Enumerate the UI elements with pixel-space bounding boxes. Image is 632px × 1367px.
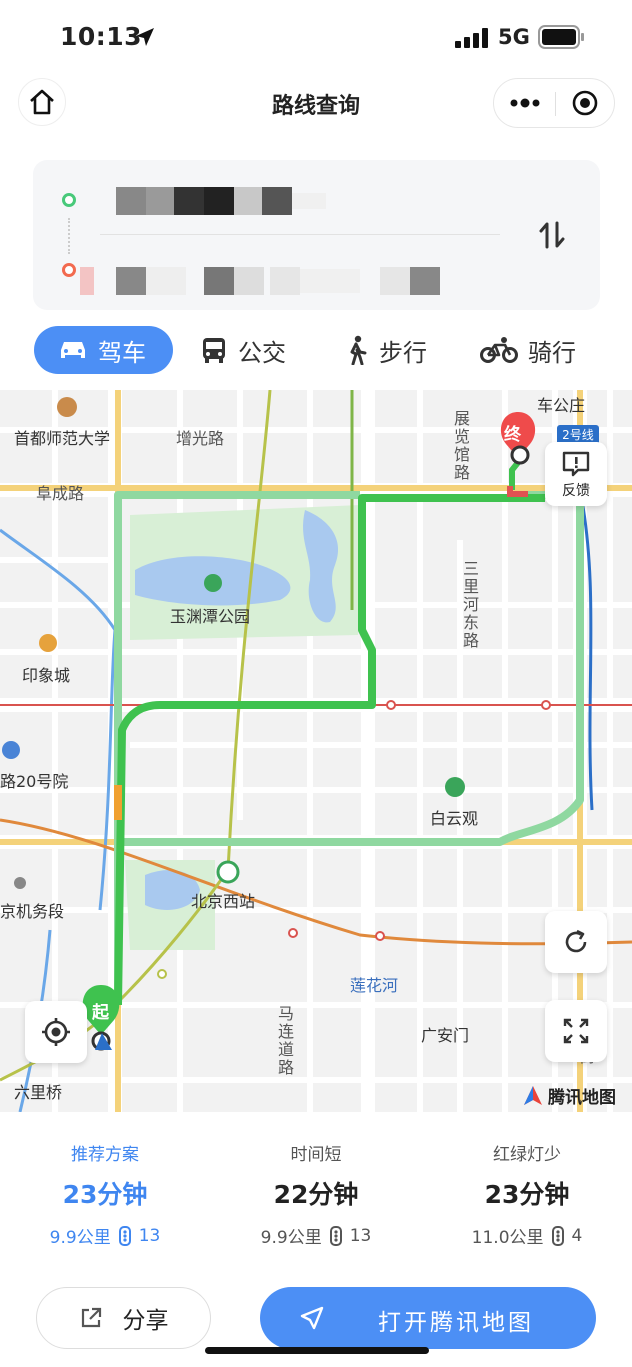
tab-drive[interactable]: 驾车: [34, 326, 173, 374]
map-label: 广安门: [421, 1026, 470, 1045]
status-time: 10:13: [60, 22, 143, 51]
redacted-text: [116, 187, 326, 215]
map-label: 玉渊潭公园: [170, 607, 251, 626]
route-option-fewer-lights[interactable]: 红绿灯少 23分钟 11.0公里 4: [422, 1128, 632, 1248]
start-location-field[interactable]: [100, 172, 500, 220]
brand-text: 腾讯地图: [548, 1088, 616, 1108]
option-duration: 22分钟: [273, 1180, 359, 1209]
tab-walk[interactable]: 步行: [345, 326, 427, 374]
bike-icon: [480, 337, 518, 363]
bus-icon: [203, 338, 225, 363]
route-map[interactable]: 终 起 车公庄 2号线 首都师范大学 增光路 展览馆路 阜成路 玉渊潭公园 三里…: [0, 390, 632, 1112]
map-label: 六里桥: [14, 1083, 63, 1102]
route-field-divider: [100, 234, 500, 235]
traffic-light-icon: [551, 1225, 564, 1246]
feedback-label: 反馈: [562, 483, 590, 499]
locate-icon: [42, 1018, 70, 1046]
more-dots-icon: [510, 98, 539, 108]
feedback-icon: [562, 451, 590, 477]
option-distance: 9.9公里: [260, 1228, 322, 1248]
share-icon: [81, 1307, 101, 1328]
route-connector: [68, 218, 70, 254]
target-circle-icon: [572, 90, 598, 116]
route-option-fastest[interactable]: 时间短 22分钟 9.9公里 13: [211, 1128, 421, 1248]
redacted-text: [80, 267, 440, 295]
option-meta: 9.9公里 13: [0, 1223, 210, 1248]
locate-me-button[interactable]: [25, 1001, 87, 1063]
network-type: 5G: [498, 25, 530, 49]
start-pin-label: 起: [92, 1003, 109, 1023]
map-label: 白云观: [430, 809, 479, 828]
tab-bus[interactable]: 公交: [200, 326, 286, 374]
refresh-button[interactable]: [545, 911, 607, 973]
end-pin-label: 终: [504, 425, 521, 445]
travel-mode-tabs: 驾车 公交 步行 骑行: [0, 326, 632, 376]
option-duration: 23分钟: [62, 1180, 148, 1209]
share-label: 分享: [122, 1308, 169, 1334]
option-name: 时间短: [290, 1145, 342, 1165]
option-name: 推荐方案: [71, 1145, 139, 1165]
close-mini-program-button[interactable]: [556, 79, 614, 127]
option-name: 红绿灯少: [493, 1145, 561, 1165]
tab-label: 步行: [379, 338, 427, 367]
more-button[interactable]: [494, 79, 555, 127]
open-app-label: 打开腾讯地图: [378, 1310, 534, 1336]
tencent-map-logo-icon: [524, 1085, 542, 1105]
map-label: 北京西站: [191, 892, 256, 911]
refresh-icon: [565, 929, 587, 953]
route-options: 推荐方案 23分钟 9.9公里 13 时间短 22分钟 9.9公里 13 红绿灯…: [0, 1128, 632, 1248]
tab-bike[interactable]: 骑行: [480, 326, 576, 374]
home-indicator: [205, 1347, 429, 1354]
map-label: 增光路: [176, 429, 225, 448]
option-lights: 13: [138, 1225, 161, 1246]
open-tencent-map-button[interactable]: 打开腾讯地图: [260, 1287, 596, 1349]
option-lights: 13: [349, 1225, 372, 1246]
tab-label: 公交: [238, 338, 286, 367]
swap-route-button[interactable]: [533, 216, 571, 254]
traffic-light-icon: [329, 1225, 342, 1246]
mini-program-capsule: [493, 78, 615, 128]
nav-bar: 路线查询: [0, 76, 632, 132]
status-bar: 10:13 5G: [0, 0, 632, 70]
map-label: 车公庄: [537, 396, 586, 415]
walk-icon: [350, 335, 367, 365]
start-point-dot: [62, 193, 76, 207]
map-label: 阜成路: [36, 484, 85, 503]
battery-icon: [538, 25, 584, 49]
tab-label: 驾车: [98, 338, 146, 367]
route-option-recommended[interactable]: 推荐方案 23分钟 9.9公里 13: [0, 1128, 210, 1248]
location-arrow-icon: [136, 28, 154, 46]
swap-icon: [539, 221, 565, 249]
home-icon: [30, 89, 54, 115]
option-duration: 23分钟: [484, 1180, 570, 1209]
map-label: 路20号院: [0, 772, 69, 791]
option-distance: 11.0公里: [471, 1228, 544, 1248]
expand-icon: [563, 1018, 589, 1044]
tencent-map-brand: 腾讯地图: [522, 1083, 616, 1108]
tab-label: 骑行: [528, 338, 576, 367]
map-label: 三里河东路: [460, 560, 479, 650]
compass-navigate-icon: [300, 1306, 324, 1330]
option-meta: 11.0公里 4: [422, 1223, 632, 1248]
home-button[interactable]: [18, 78, 66, 126]
feedback-button[interactable]: 反馈: [545, 442, 607, 506]
map-label: 马连道路: [275, 1005, 294, 1077]
traffic-light-icon: [118, 1225, 131, 1246]
share-button[interactable]: 分享: [36, 1287, 211, 1349]
map-label: 莲花河: [350, 976, 399, 995]
signal-icon: [455, 28, 488, 48]
option-meta: 9.9公里 13: [211, 1223, 421, 1248]
car-icon: [61, 342, 85, 358]
map-label: 首都师范大学: [14, 429, 111, 448]
option-lights: 4: [571, 1225, 583, 1246]
end-location-field[interactable]: [80, 252, 500, 300]
route-input-card: [33, 160, 600, 310]
end-point-dot: [62, 263, 76, 277]
map-label: 展览馆路: [451, 410, 470, 482]
map-label: 印象城: [22, 666, 71, 685]
fullscreen-button[interactable]: [545, 1000, 607, 1062]
map-label: 京机务段: [0, 902, 65, 921]
option-distance: 9.9公里: [49, 1228, 111, 1248]
